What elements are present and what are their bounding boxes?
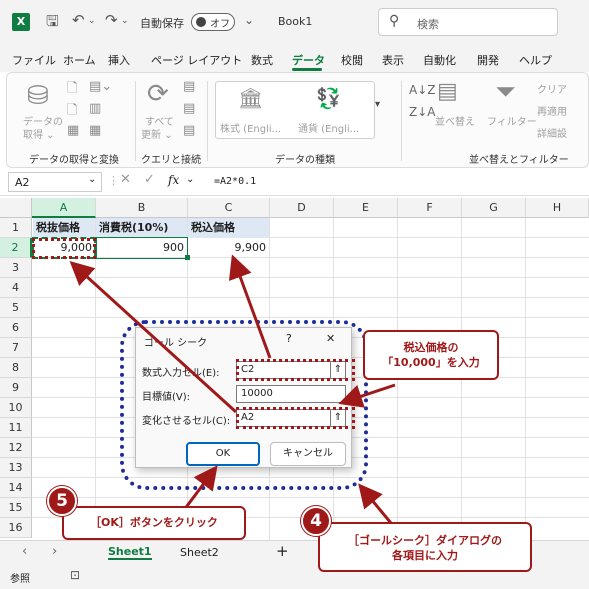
- callout-target-value-line-2: 「10,000」を入力: [382, 356, 480, 369]
- callout-step5-text: ［OK］ボタンをクリック: [90, 516, 218, 529]
- arrow-to-target-value: [338, 383, 396, 408]
- arrow-to-ok: [182, 465, 218, 511]
- callout-step5: ［OK］ボタンをクリック: [62, 506, 246, 540]
- arrow-to-a2: [69, 260, 238, 414]
- callout-target-value-line-1: 税込価格の: [403, 341, 459, 354]
- callout-step4-line-2: 各項目に入力: [392, 549, 458, 562]
- arrow-to-c2: [228, 254, 272, 359]
- step-4-badge: 4: [301, 506, 331, 536]
- callout-target-value: 税込価格の 「10,000」を入力: [363, 330, 499, 380]
- annotation-arrows: [69, 254, 397, 529]
- step-5-badge: 5: [47, 486, 77, 516]
- callout-step4-line-1: ［ゴールシーク］ダイアログの: [348, 534, 502, 547]
- callout-step4: ［ゴールシーク］ダイアログの 各項目に入力: [318, 522, 532, 572]
